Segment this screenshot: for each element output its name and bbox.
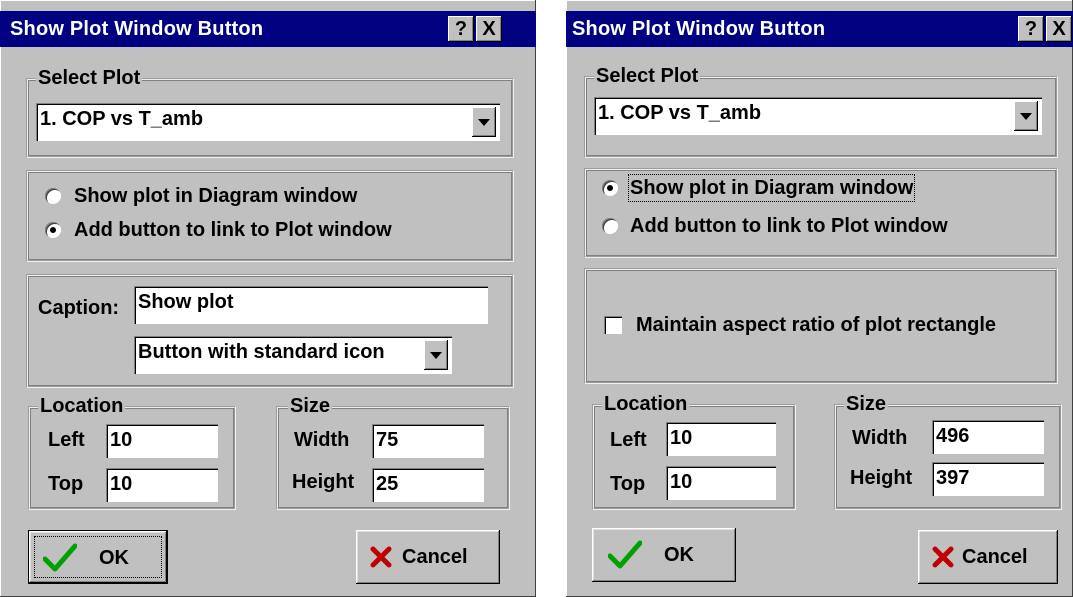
green-check-icon [608,540,642,569]
cancel-label: Cancel [962,546,1028,568]
top-input[interactable]: 10 [106,468,218,502]
help-button[interactable]: ? [1018,16,1044,42]
height-input[interactable]: 397 [932,462,1044,496]
width-label: Width [852,427,908,449]
button-style-value: Button with standard icon [138,341,385,363]
radio-add-button-link[interactable] [602,218,618,234]
chevron-down-icon[interactable] [1014,101,1038,131]
cancel-button[interactable]: Cancel [356,530,500,584]
radio-show-in-diagram[interactable] [602,180,618,196]
radio-label-add-button-link: Add button to link to Plot window [630,215,948,237]
ok-button[interactable]: OK [28,530,168,584]
close-button[interactable]: X [476,16,502,42]
red-x-icon [370,546,392,568]
height-label: Height [850,467,913,489]
dialog-title: Show Plot Window Button [572,18,826,40]
chevron-down-icon[interactable] [424,340,448,370]
radio-show-in-diagram[interactable] [45,188,61,204]
ok-label: OK [664,544,694,566]
width-input[interactable]: 75 [372,424,484,458]
top-label: Top [610,473,646,495]
top-input[interactable]: 10 [666,466,776,500]
dialog-title: Show Plot Window Button [10,18,264,40]
aspect-ratio-label: Maintain aspect ratio of plot rectangle [636,314,997,336]
radio-label-show-in-diagram: Show plot in Diagram window [627,174,916,202]
size-legend: Size [288,395,333,417]
plot-select-dropdown[interactable]: 1. COP vs T_amb [594,97,1042,135]
radio-label-add-button-link: Add button to link to Plot window [74,219,392,241]
show-plot-dialog-right: Show Plot Window Button ? X Select Plot … [566,0,1073,597]
button-style-dropdown[interactable]: Button with standard icon [134,336,452,374]
red-x-icon [932,546,954,568]
top-label: Top [48,473,84,495]
cancel-button[interactable]: Cancel [918,530,1058,584]
plot-select-dropdown[interactable]: 1. COP vs T_amb [36,103,500,141]
close-button[interactable]: X [1046,16,1072,42]
ok-label: OK [99,547,129,569]
left-label: Left [610,429,647,451]
aspect-ratio-checkbox[interactable] [604,316,622,334]
left-input[interactable]: 10 [666,422,776,456]
width-input[interactable]: 496 [932,420,1044,454]
plot-select-value: 1. COP vs T_amb [40,108,204,130]
location-legend: Location [602,393,690,415]
green-check-icon [43,543,77,572]
width-label: Width [294,429,350,451]
radio-label-show-in-diagram: Show plot in Diagram window [74,185,358,207]
left-label: Left [48,429,85,451]
location-legend: Location [38,395,126,417]
help-button[interactable]: ? [448,16,474,42]
cancel-label: Cancel [402,546,468,568]
select-plot-legend: Select Plot [36,67,143,89]
size-legend: Size [844,393,889,415]
plot-select-value: 1. COP vs T_amb [598,102,762,124]
height-label: Height [292,471,355,493]
height-input[interactable]: 25 [372,468,484,502]
chevron-down-icon[interactable] [472,107,496,137]
caption-input[interactable]: Show plot [134,286,488,324]
left-input[interactable]: 10 [106,424,218,458]
ok-button[interactable]: OK [592,528,736,582]
radio-add-button-link[interactable] [45,222,61,238]
show-plot-dialog-left: Show Plot Window Button ? X Select Plot … [0,0,536,597]
select-plot-legend: Select Plot [594,65,701,87]
title-bar: Show Plot Window Button ? X [566,11,1073,47]
title-bar: Show Plot Window Button ? X [0,11,536,47]
caption-label: Caption: [38,297,120,319]
